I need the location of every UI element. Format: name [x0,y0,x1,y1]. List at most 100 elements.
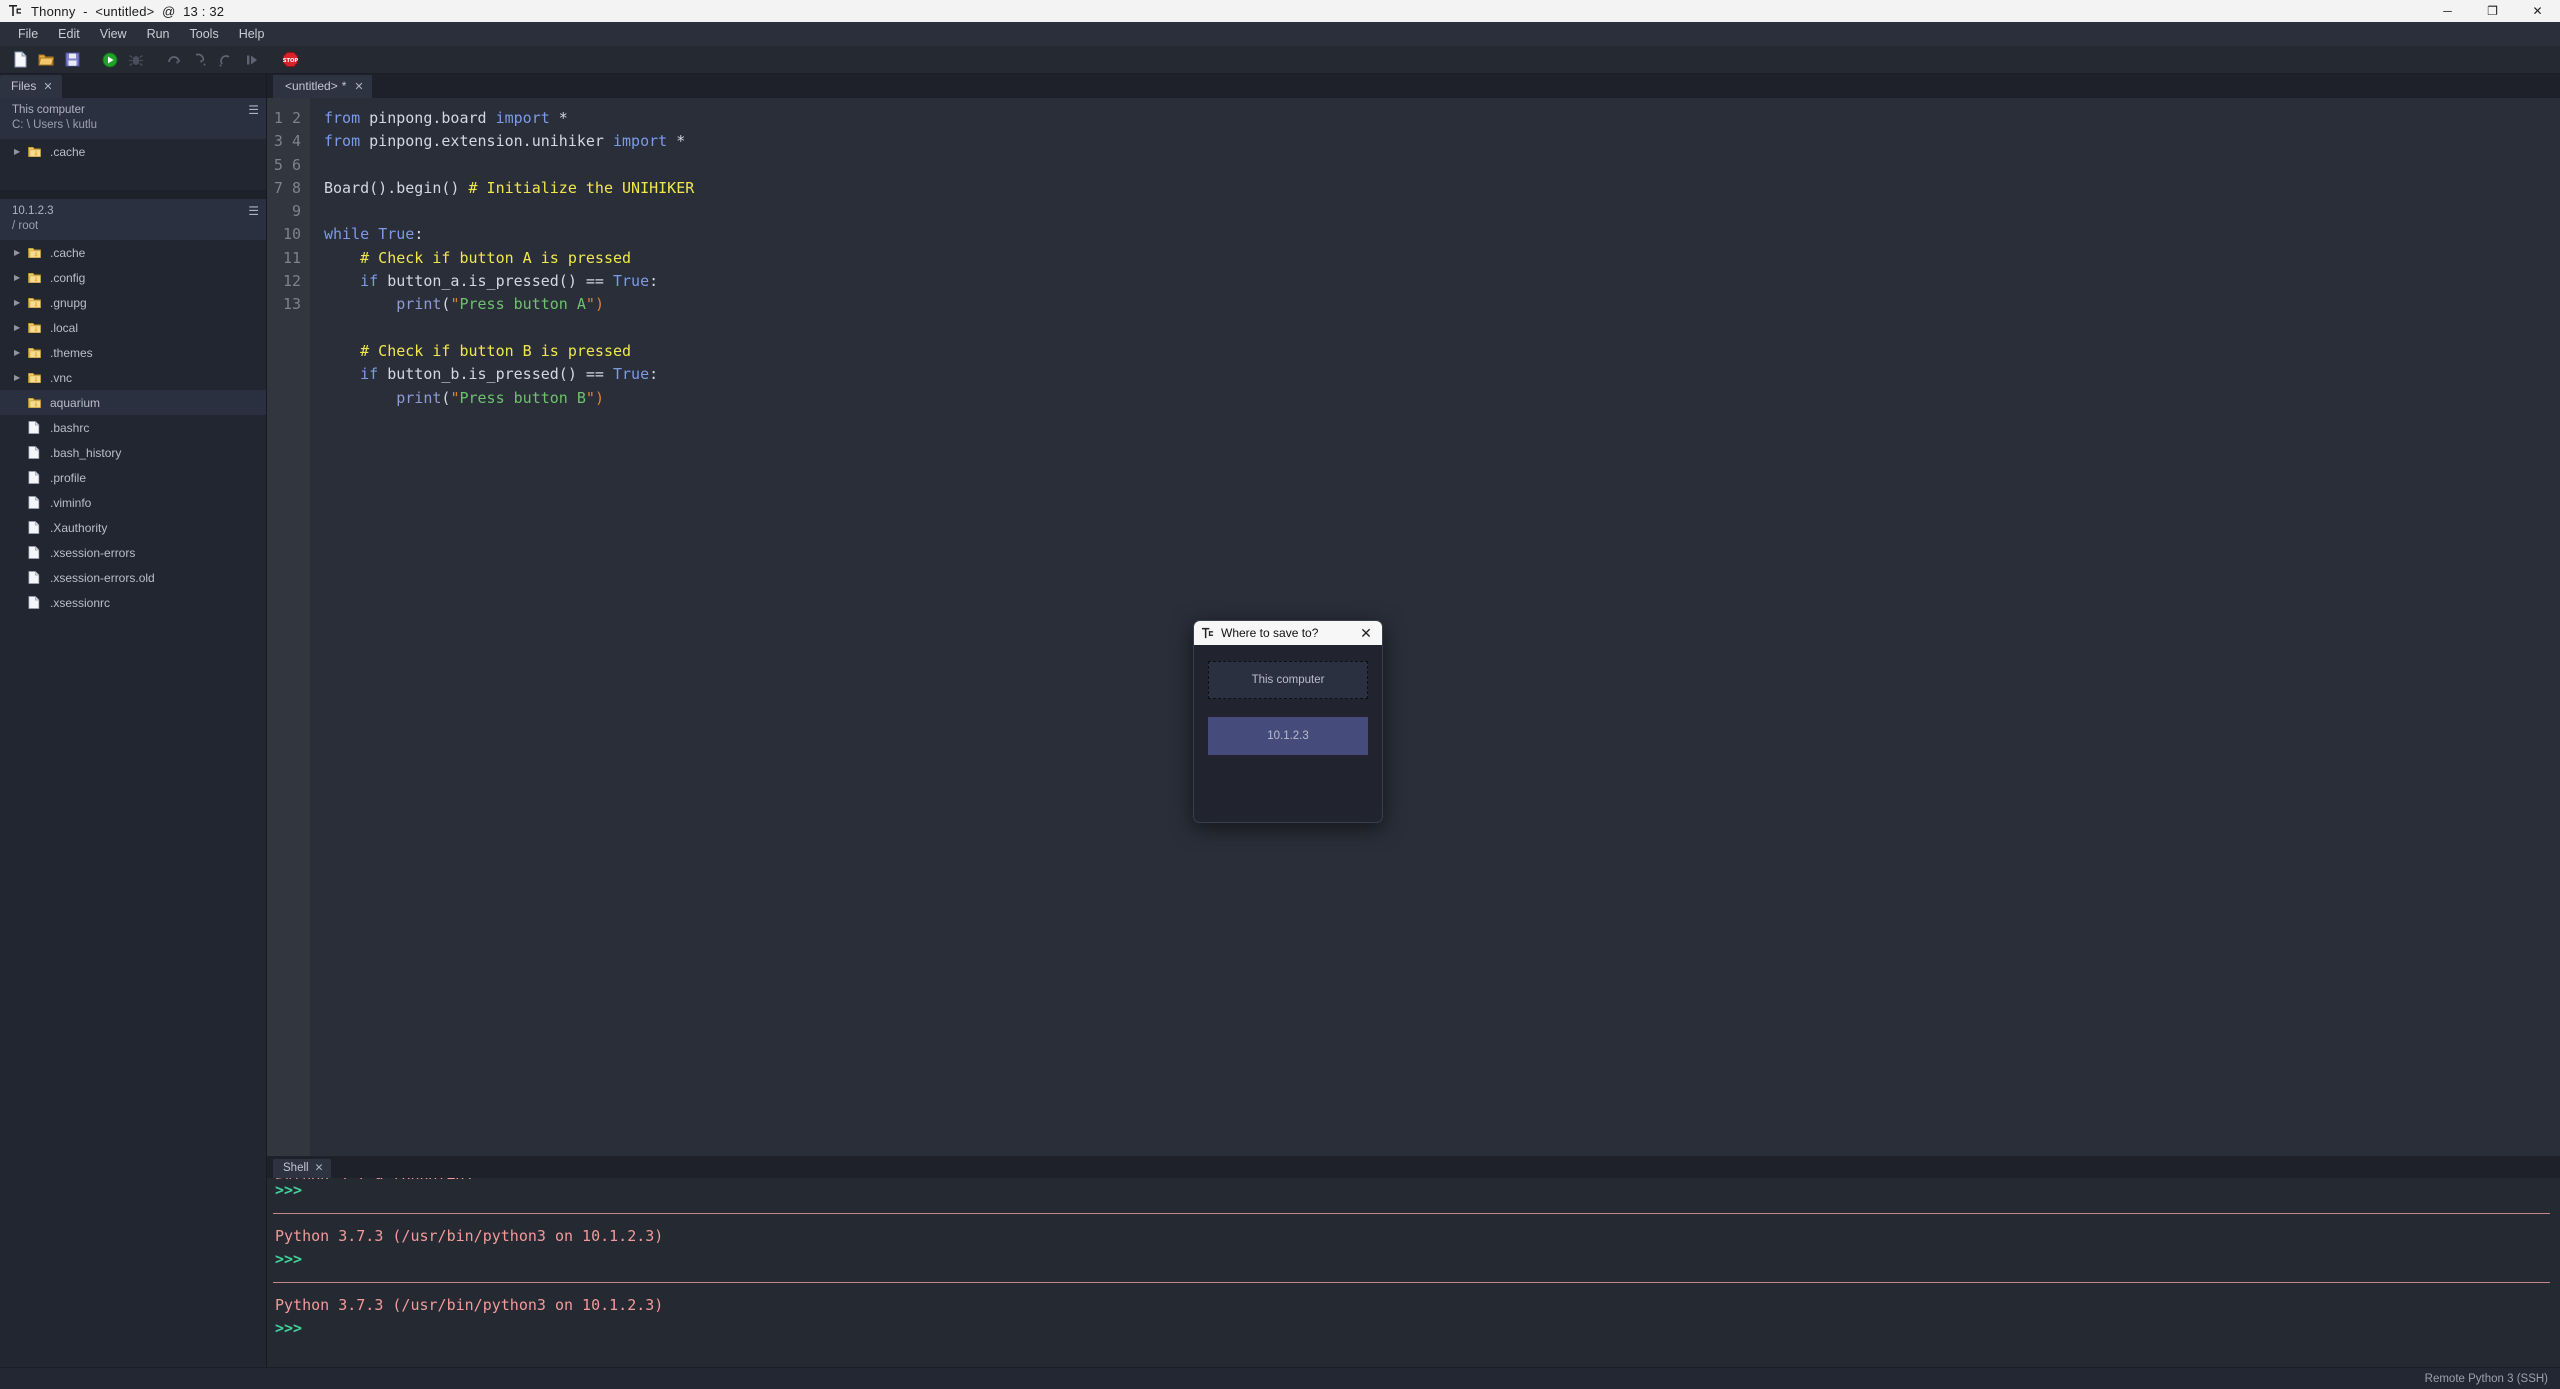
code-editor[interactable]: 1 2 3 4 5 6 7 8 9 10 11 12 13 from pinpo… [267,98,2560,1156]
step-out-icon [214,48,238,72]
thonny-icon [4,0,26,22]
file-row[interactable]: ▶ .vnc [0,365,266,390]
shell-version-line: Python 3.7.3 (/usr/bin/python3 on 10.1.2… [275,1227,664,1245]
file-row[interactable]: aquarium [0,390,266,415]
file-name: .vnc [50,370,73,385]
file-row[interactable]: ▶ .cache [0,139,266,164]
maximize-button[interactable]: ❐ [2470,0,2515,22]
this-computer-button[interactable]: This computer [1208,661,1368,699]
menu-item-tools[interactable]: Tools [180,24,229,44]
folder-icon [28,347,46,359]
expand-triangle-icon[interactable]: ▶ [14,348,28,357]
remote-host-button[interactable]: 10.1.2.3 [1208,717,1368,755]
shell-separator [273,1282,2550,1283]
expand-triangle-icon[interactable]: ▶ [14,298,28,307]
file-row[interactable]: .bashrc [0,415,266,440]
file-name: .gnupg [50,295,87,310]
file-icon [28,571,46,584]
expand-triangle-icon[interactable]: ▶ [14,373,28,382]
tab-shell-label: Shell [283,1162,309,1174]
file-name: aquarium [50,395,101,410]
expand-triangle-icon[interactable]: ▶ [14,248,28,257]
resume-icon [240,48,264,72]
dialog-body: This computer 10.1.2.3 [1194,645,1382,822]
remote-filesystem-block: 10.1.2.3 / root ☰ ▶ .cache ▶ .config ▶ .gnupg… [0,199,266,615]
menu-item-view[interactable]: View [90,24,137,44]
file-row[interactable]: .xsessionrc [0,590,266,615]
shell-prompt[interactable]: >>> [267,1317,2560,1340]
shell-prompt[interactable]: >>> [267,1248,2560,1271]
where-to-save-dialog: Where to save to? ✕ This computer 10.1.2… [1193,620,1383,823]
line-number-gutter: 1 2 3 4 5 6 7 8 9 10 11 12 13 [267,98,310,1156]
close-icon[interactable]: ✕ [1356,621,1376,645]
remote-fs-header: 10.1.2.3 / root ☰ [0,199,266,240]
file-name: .bash_history [50,445,122,460]
file-row[interactable]: ▶ .local [0,315,266,340]
debug-icon[interactable] [124,48,148,72]
folder-icon [28,397,46,409]
minimize-button[interactable]: ─ [2425,0,2470,22]
save-file-icon[interactable] [60,48,84,72]
open-file-icon[interactable] [34,48,58,72]
file-row[interactable]: ▶ .config [0,265,266,290]
file-row[interactable]: ▶ .themes [0,340,266,365]
tab-files[interactable]: Files ✕ [0,75,62,98]
local-list-empty-space [0,164,266,190]
remote-file-list[interactable]: ▶ .cache ▶ .config ▶ .gnupg ▶ .local ▶ .themes ▶ .v… [0,240,266,615]
file-icon [28,446,46,459]
menubar: File Edit View Run Tools Help [0,22,2560,46]
shell-panel: Shell ✕ Python 3.7.9 (bundled)>>>Python … [267,1156,2560,1367]
close-button[interactable]: ✕ [2515,0,2560,22]
tab-shell[interactable]: Shell ✕ [273,1159,332,1178]
menu-item-run[interactable]: Run [137,24,180,44]
interpreter-status[interactable]: Remote Python 3 (SSH) [2425,1373,2548,1385]
editor-panel: <untitled> * ✕ 1 2 3 4 5 6 7 8 9 10 11 1… [267,74,2560,1156]
file-row[interactable]: .xsession-errors [0,540,266,565]
new-file-icon[interactable] [8,48,32,72]
code-text[interactable]: from pinpong.board import * from pinpong… [310,98,2560,1156]
close-icon[interactable]: ✕ [43,80,52,93]
hamburger-icon[interactable]: ☰ [248,104,259,116]
close-icon[interactable]: ✕ [354,80,363,93]
folder-icon [28,322,46,334]
menu-item-edit[interactable]: Edit [48,24,90,44]
shell-prompt[interactable]: >>> [267,1179,2560,1202]
local-file-list[interactable]: ▶ .cache [0,139,266,164]
menu-item-help[interactable]: Help [229,24,275,44]
folder-icon [28,297,46,309]
folder-icon [28,272,46,284]
shell-output[interactable]: Python 3.7.9 (bundled)>>>Python 3.7.3 (/… [267,1178,2560,1367]
sidebar-divider[interactable] [0,190,266,199]
expand-triangle-icon[interactable]: ▶ [14,323,28,332]
file-icon [28,471,46,484]
file-row[interactable]: .xsession-errors.old [0,565,266,590]
file-row[interactable]: ▶ .gnupg [0,290,266,315]
file-name: .themes [50,345,93,360]
file-row[interactable]: .Xauthority [0,515,266,540]
file-name: .cache [50,144,86,159]
stop-icon[interactable]: STOP [278,48,302,72]
tab-files-label: Files [11,79,37,93]
file-row[interactable]: .viminfo [0,490,266,515]
file-row[interactable]: ▶ .cache [0,240,266,265]
file-row[interactable]: .bash_history [0,440,266,465]
menu-item-file[interactable]: File [8,24,48,44]
step-into-icon [188,48,212,72]
shell-version-line: Python 3.7.3 (/usr/bin/python3 on 10.1.2… [275,1296,664,1314]
shell-tabrow: Shell ✕ [267,1156,2560,1178]
window-controls[interactable]: ─ ❐ ✕ [2425,0,2560,22]
file-icon [28,546,46,559]
tab-untitled[interactable]: <untitled> * ✕ [273,75,372,98]
folder-icon [28,247,46,259]
expand-triangle-icon[interactable]: ▶ [14,273,28,282]
close-icon[interactable]: ✕ [315,1162,324,1174]
toolbar: STOP [0,46,2560,74]
run-icon[interactable] [98,48,122,72]
remote-fs-path: / root [12,220,39,232]
hamburger-icon[interactable]: ☰ [248,205,259,217]
file-icon [28,521,46,534]
step-over-icon [162,48,186,72]
window-title: Thonny - <untitled> @ 13 : 32 [31,3,225,19]
expand-triangle-icon[interactable]: ▶ [14,147,28,156]
file-row[interactable]: .profile [0,465,266,490]
